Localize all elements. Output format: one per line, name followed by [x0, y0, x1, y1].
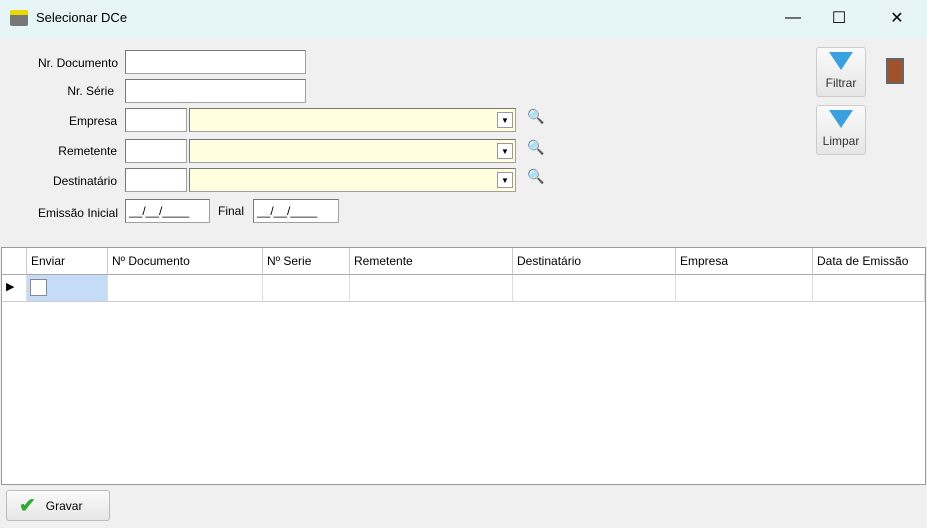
chevron-down-icon[interactable]: ▼	[497, 112, 513, 128]
maximize-button[interactable]: ☐	[816, 0, 862, 36]
nr-serie-label: Nr. Série	[67, 84, 114, 98]
column-header[interactable]: Empresa	[676, 248, 813, 275]
gravar-button[interactable]: ✔ Gravar	[6, 490, 110, 521]
search-icon[interactable]: 🔍	[527, 139, 544, 156]
window-title: Selecionar DCe	[36, 10, 128, 25]
app-icon	[10, 10, 28, 26]
limpar-button[interactable]: Limpar	[816, 105, 866, 155]
funnel-icon	[829, 52, 853, 70]
close-button[interactable]: ✕	[874, 0, 920, 36]
checkmark-icon: ✔	[19, 495, 36, 517]
destinatario-code-input[interactable]	[125, 168, 187, 192]
destinatario-select[interactable]: ▼	[189, 168, 516, 192]
empresa-code-input[interactable]	[125, 108, 187, 132]
grid-cell[interactable]	[350, 275, 513, 302]
column-header[interactable]: Nº Documento	[108, 248, 263, 275]
column-header[interactable]: Nº Serie	[263, 248, 350, 275]
enviar-checkbox[interactable]	[30, 279, 47, 296]
chevron-down-icon[interactable]: ▼	[497, 172, 513, 188]
search-icon[interactable]: 🔍	[527, 108, 544, 125]
column-header[interactable]: Enviar	[27, 248, 108, 275]
column-header[interactable]: Remetente	[350, 248, 513, 275]
gravar-label: Gravar	[45, 498, 83, 513]
row-indicator-header	[2, 248, 27, 275]
documents-grid[interactable]: Enviar Nº Documento Nº Serie Remetente D…	[1, 247, 926, 485]
remetente-select[interactable]: ▼	[189, 139, 516, 163]
filtrar-button[interactable]: Filtrar	[816, 47, 866, 97]
emissao-inicial-label: Emissão Inicial	[37, 206, 118, 220]
limpar-label: Limpar	[822, 134, 860, 148]
title-bar: Selecionar DCe — ☐ ✕	[0, 0, 927, 38]
grid-cell[interactable]	[513, 275, 676, 302]
nr-serie-input[interactable]	[125, 79, 306, 103]
empresa-select[interactable]: ▼	[189, 108, 516, 132]
final-label: Final	[218, 204, 245, 218]
enviar-cell[interactable]	[27, 275, 108, 302]
final-input[interactable]: __/__/____	[253, 199, 339, 223]
minimize-button[interactable]: —	[770, 0, 816, 36]
emissao-inicial-input[interactable]: __/__/____	[125, 199, 210, 223]
remetente-label: Remetente	[58, 144, 117, 158]
filtrar-label: Filtrar	[825, 76, 857, 90]
empresa-label: Empresa	[68, 114, 117, 128]
grid-cell[interactable]	[676, 275, 813, 302]
nr-documento-input[interactable]	[125, 50, 306, 74]
grid-cell[interactable]	[263, 275, 350, 302]
exit-door-icon[interactable]	[886, 58, 904, 84]
current-row-arrow-icon: ▶	[2, 275, 27, 302]
destinatario-label: Destinatário	[52, 174, 117, 188]
column-header[interactable]: Data de Emissão	[813, 248, 925, 275]
remetente-code-input[interactable]	[125, 139, 187, 163]
nr-documento-label: Nr. Documento	[37, 56, 118, 70]
search-icon[interactable]: 🔍	[527, 168, 544, 185]
grid-cell[interactable]	[108, 275, 263, 302]
funnel-clear-icon	[829, 110, 853, 128]
grid-cell[interactable]	[813, 275, 925, 302]
column-header[interactable]: Destinatário	[513, 248, 676, 275]
chevron-down-icon[interactable]: ▼	[497, 143, 513, 159]
